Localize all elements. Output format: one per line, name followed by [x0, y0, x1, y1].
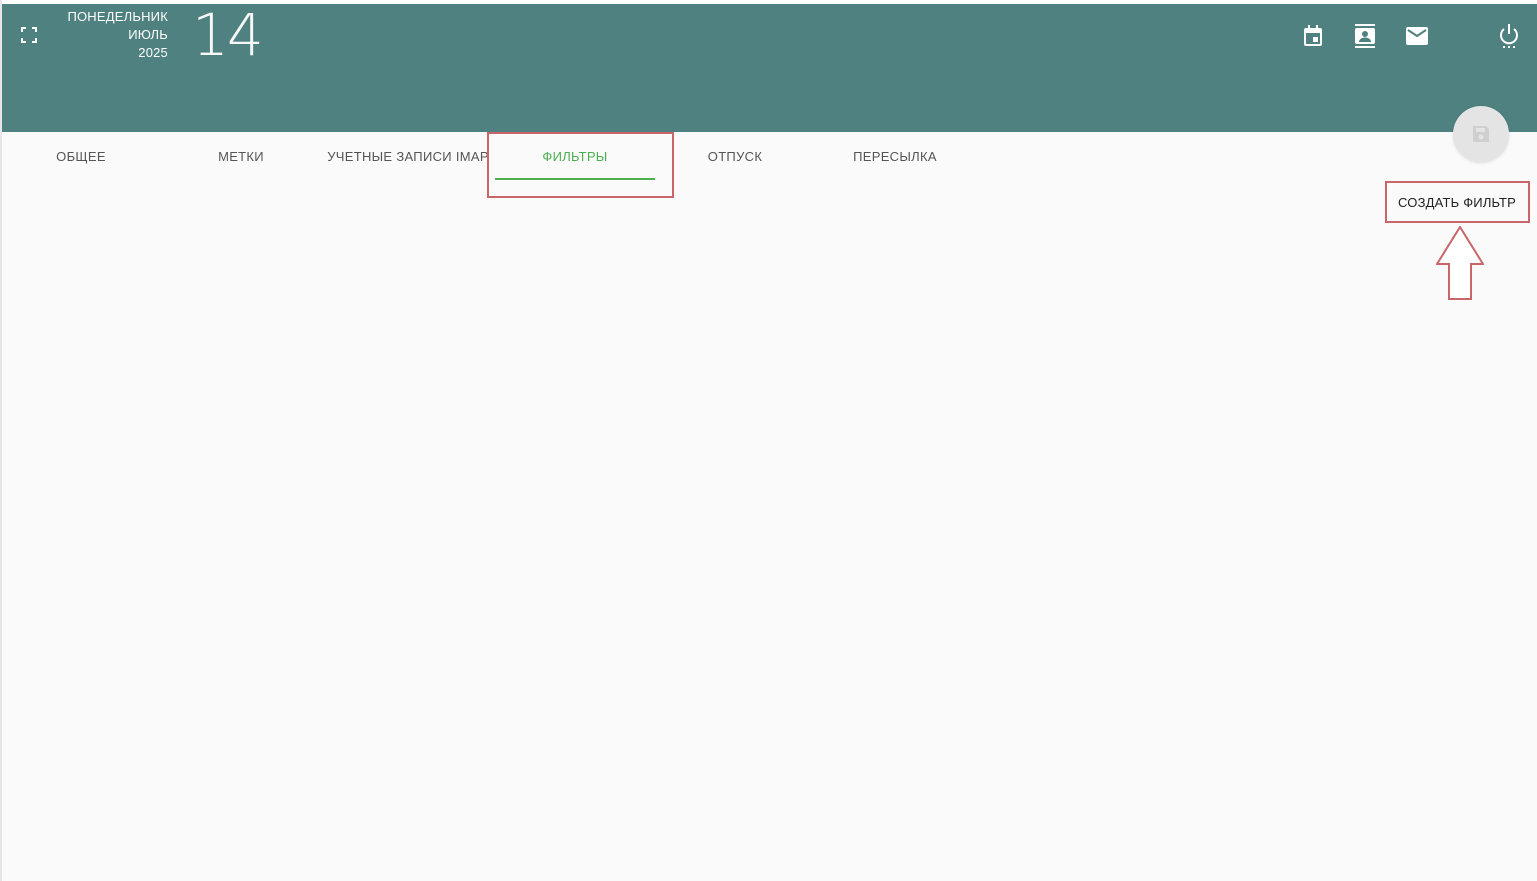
annotation-arrow-icon: [1436, 226, 1484, 300]
contacts-button[interactable]: [1353, 24, 1377, 48]
tab-imap-accounts[interactable]: УЧЕТНЫЕ ЗАПИСИ IMAP: [327, 132, 488, 180]
create-filter-button[interactable]: СОЗДАТЬ ФИЛЬТР: [1387, 183, 1527, 221]
settings-tabs: ОБЩЕЕ МЕТКИ УЧЕТНЫЕ ЗАПИСИ IMAP ФИЛЬТРЫ …: [0, 132, 1537, 182]
save-button[interactable]: [1453, 106, 1509, 162]
calendar-button[interactable]: [1301, 24, 1325, 48]
weekday-label: ПОНЕДЕЛЬНИК: [67, 9, 168, 24]
mail-button[interactable]: [1405, 24, 1429, 48]
mail-icon: [1406, 27, 1428, 45]
contacts-icon: [1355, 24, 1375, 48]
date-block: ПОНЕДЕЛЬНИК ИЮЛЬ 2025: [28, 8, 168, 62]
tab-filters[interactable]: ФИЛЬТРЫ: [495, 132, 655, 180]
tab-labels[interactable]: МЕТКИ: [161, 132, 321, 180]
year-label: 2025: [138, 45, 168, 60]
active-tab-indicator: [495, 178, 655, 180]
day-number: 14: [192, 1, 264, 69]
calendar-icon: [1304, 25, 1322, 46]
settings-page: ПОНЕДЕЛЬНИК ИЮЛЬ 2025 14 ОБЩЕЕ МЕТКИ УЧЕ…: [0, 0, 1537, 881]
power-icon: [1500, 24, 1518, 48]
tab-general[interactable]: ОБЩЕЕ: [1, 132, 161, 180]
logout-button[interactable]: [1497, 24, 1521, 48]
month-label: ИЮЛЬ: [128, 27, 168, 42]
tab-forwarding[interactable]: ПЕРЕСЫЛКА: [815, 132, 975, 180]
tab-vacation[interactable]: ОТПУСК: [655, 132, 815, 180]
save-icon: [1473, 126, 1489, 142]
